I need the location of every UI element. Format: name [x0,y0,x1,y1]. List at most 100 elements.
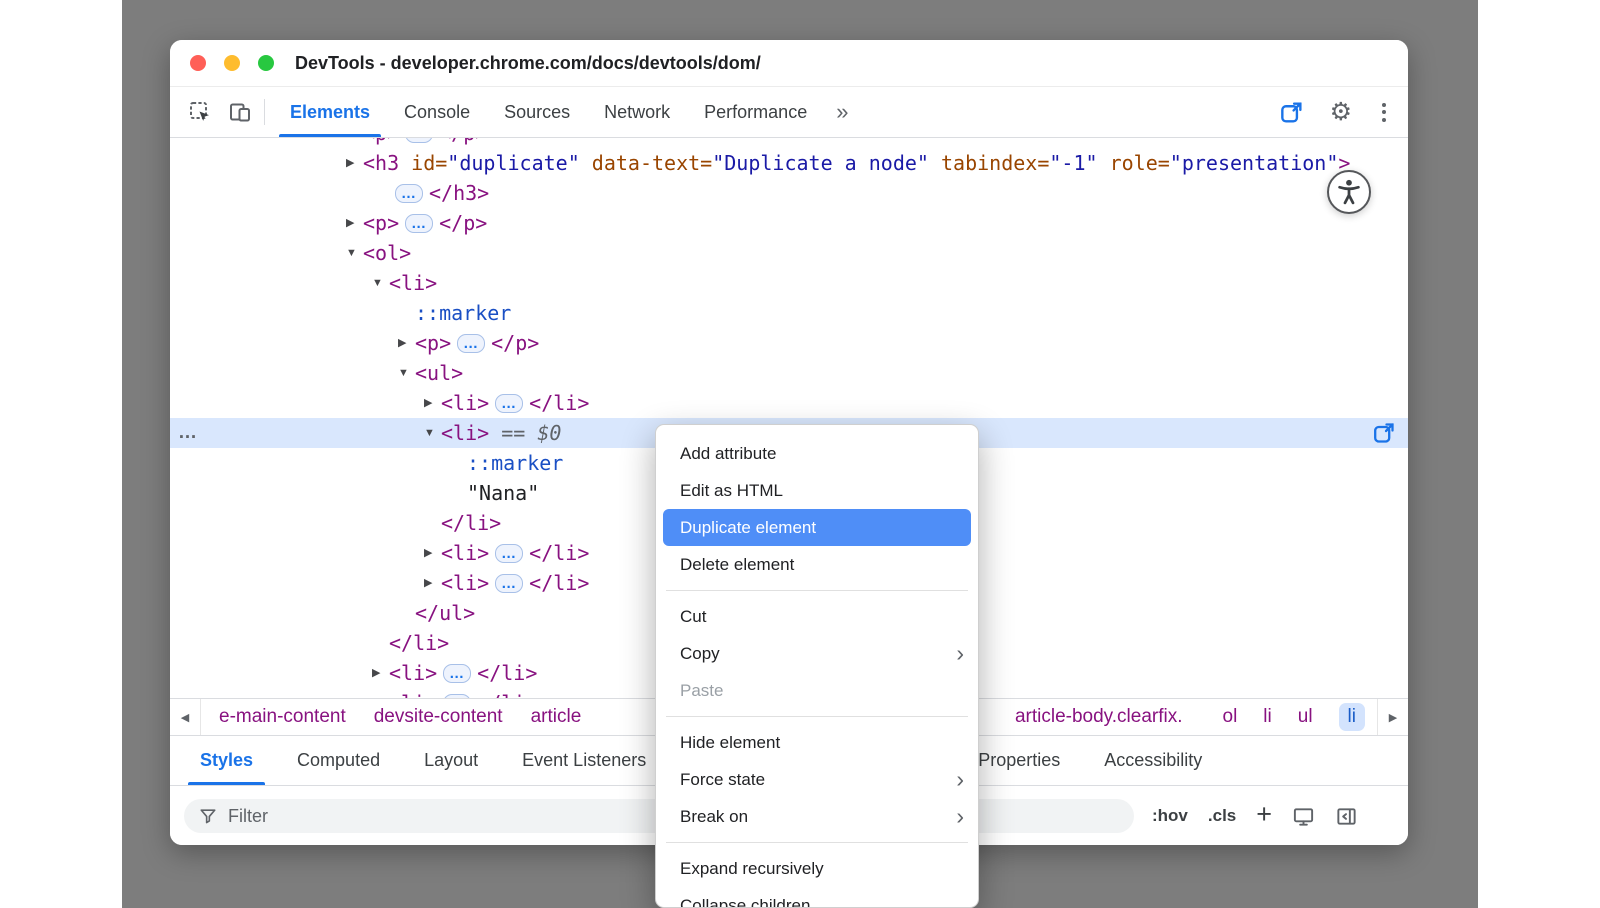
expand-arrow-icon[interactable]: ▶ [346,208,363,238]
inline-expand-icon[interactable]: … [495,394,523,413]
expand-arrow-icon[interactable]: ▼ [424,418,441,448]
inline-expand-icon[interactable]: … [405,214,433,233]
expand-arrow-icon[interactable]: ▼ [372,268,389,298]
tab-sources[interactable]: Sources [487,87,587,137]
dom-row[interactable]: …</h3> [170,178,1408,208]
breadcrumb-item-ol[interactable]: ol [1223,706,1238,728]
expand-arrow-icon[interactable]: ▶ [424,568,441,598]
close-window-button[interactable] [190,55,206,71]
expand-arrow-icon[interactable]: ▶ [424,538,441,568]
window-title: DevTools - developer.chrome.com/docs/dev… [295,53,761,74]
expand-arrow-icon[interactable]: ▼ [346,238,363,268]
code-token: </p> [439,138,487,148]
inline-expand-icon[interactable]: … [495,574,523,593]
element-classes-button[interactable]: .cls [1208,806,1236,826]
code-token: </li> [529,388,589,418]
device-toolbar-icon[interactable] [228,100,252,124]
code-token: tabindex= [929,148,1049,178]
tab-event-listeners[interactable]: Event Listeners [500,736,668,785]
menu-item-label: Collapse children [680,896,810,908]
code-token: </p> [439,208,487,238]
zoom-window-button[interactable] [258,55,274,71]
screen-icon[interactable] [1292,805,1315,828]
menu-item-break-on[interactable]: Break on› [656,798,978,835]
breadcrumb-back-icon[interactable]: ◀ [170,699,201,735]
dom-row[interactable]: ▼<li> [170,268,1408,298]
tab-network[interactable]: Network [587,87,687,137]
menu-item-paste[interactable]: Paste [656,672,978,709]
kebab-menu-icon[interactable] [1378,99,1390,126]
menu-item-delete-element[interactable]: Delete element [656,546,978,583]
dom-row[interactable]: ▶<p>…</p> [170,328,1408,358]
breadcrumb-item-article-body-clearfix[interactable]: article-body.clearfix. [1015,706,1183,728]
square-arrow-icon[interactable] [1279,100,1304,125]
menu-item-edit-as-html[interactable]: Edit as HTML [656,472,978,509]
expand-arrow-icon[interactable]: ▶ [424,388,441,418]
menu-item-hide-element[interactable]: Hide element [656,724,978,761]
accessibility-icon[interactable] [1327,170,1371,214]
expand-arrow-icon[interactable]: ▶ [372,688,389,698]
tab-console[interactable]: Console [387,87,487,137]
menu-item-collapse-children[interactable]: Collapse children [656,887,978,908]
code-token: "Nana" [467,478,539,508]
expand-arrow-icon[interactable]: ▼ [398,358,415,388]
dom-row[interactable]: ▶<p> … </p> [170,208,1408,238]
toggle-element-state-button[interactable]: :hov [1152,806,1188,826]
dom-row[interactable]: ▼<ol> [170,238,1408,268]
menu-item-duplicate-element[interactable]: Duplicate element [663,509,971,546]
styles-toolbar-right: :hov .cls + [1152,802,1358,830]
breadcrumb-forward-icon[interactable]: ▶ [1377,699,1408,735]
menu-item-label: Add attribute [680,444,776,464]
inline-expand-icon[interactable]: … [395,184,423,203]
dom-row[interactable]: ▼<ul> [170,358,1408,388]
expand-arrow-icon[interactable]: ▶ [346,148,363,178]
square-arrow-icon[interactable] [1372,421,1396,445]
dom-row[interactable]: ▶<h3 id="duplicate" data-text="Duplicate… [170,148,1408,178]
tab-accessibility[interactable]: Accessibility [1082,736,1224,785]
breadcrumb-item-e-main-content[interactable]: e-main-content [219,706,346,728]
breadcrumb-item-li[interactable]: li [1263,706,1271,728]
new-style-rule-icon[interactable]: + [1256,799,1272,830]
ellipsis-icon[interactable]: … [178,418,198,448]
sidebar-toggle-icon[interactable] [1335,805,1358,828]
expand-arrow-icon[interactable]: ▶ [346,138,363,148]
dom-row[interactable]: ▶<li>…</li> [170,388,1408,418]
tab-layout[interactable]: Layout [402,736,500,785]
menu-separator [666,590,968,591]
expand-arrow-icon[interactable]: ▶ [398,328,415,358]
tab-elements[interactable]: Elements [273,87,387,137]
tab-styles[interactable]: Styles [178,736,275,785]
gear-icon[interactable]: ⚙ [1330,100,1352,125]
code-token: <li> [441,418,489,448]
code-token: ::marker [415,298,511,328]
menu-item-cut[interactable]: Cut [656,598,978,635]
menu-item-add-attribute[interactable]: Add attribute [656,435,978,472]
window-controls [190,40,274,86]
menu-item-copy[interactable]: Copy› [656,635,978,672]
breadcrumb-item-devsite-content[interactable]: devsite-content [374,706,503,728]
dom-row[interactable]: ::marker [170,298,1408,328]
inline-expand-icon[interactable]: … [405,138,433,143]
inline-expand-icon[interactable]: … [457,334,485,353]
tab-computed[interactable]: Computed [275,736,402,785]
inline-expand-icon[interactable]: … [495,544,523,563]
code-token: ::marker [467,448,563,478]
code-token: role= [1098,148,1170,178]
breadcrumb-item-li[interactable]: li [1339,703,1365,731]
code-token: <p> [363,208,399,238]
menu-item-label: Force state [680,770,765,790]
dom-row[interactable]: ▶<p>…</p> [170,138,1408,148]
menu-item-expand-recursively[interactable]: Expand recursively [656,850,978,887]
expand-arrow-icon[interactable]: ▶ [372,658,389,688]
minimize-window-button[interactable] [224,55,240,71]
breadcrumb-item-ul[interactable]: ul [1298,706,1313,728]
menu-item-label: Break on [680,807,748,827]
inline-expand-icon[interactable]: … [443,664,471,683]
breadcrumb-item-article[interactable]: article [531,706,582,728]
more-tabs-icon[interactable]: » [824,87,860,137]
menu-item-label: Paste [680,681,723,701]
menu-item-force-state[interactable]: Force state› [656,761,978,798]
tab-performance[interactable]: Performance [687,87,824,137]
menu-item-label: Expand recursively [680,859,824,879]
inspect-icon[interactable] [188,100,212,124]
